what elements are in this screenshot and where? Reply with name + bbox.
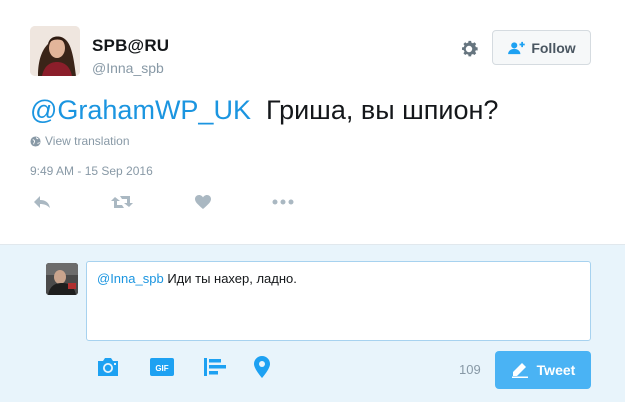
more-icon[interactable]	[272, 192, 294, 212]
author-display-name[interactable]: SPB@RU	[92, 36, 169, 56]
poll-icon[interactable]	[203, 355, 227, 379]
tweet-card: SPB@RU @Inna_spb Follow @GrahamWP_UK Гри…	[0, 0, 625, 244]
globe-icon	[30, 135, 41, 147]
reply-composer: @Inna_spb Иди ты нахер, ладно. GIF 109 T…	[0, 245, 625, 402]
character-counter: 109	[459, 362, 481, 377]
tweet-text: @GrahamWP_UK Гриша, вы шпион?	[30, 94, 498, 126]
view-translation-label: View translation	[45, 134, 130, 148]
reply-text: Иди ты нахер, ладно.	[163, 271, 297, 286]
reply-avatar	[46, 263, 78, 295]
reply-input[interactable]: @Inna_spb Иди ты нахер, ладно.	[86, 261, 591, 341]
author-screen-name[interactable]: @Inna_spb	[92, 60, 164, 76]
heart-icon[interactable]	[194, 192, 212, 212]
author-avatar[interactable]	[30, 26, 80, 76]
gear-icon[interactable]	[458, 38, 480, 60]
svg-text:GIF: GIF	[155, 364, 168, 373]
follow-label: Follow	[531, 39, 576, 56]
tweet-button[interactable]: Tweet	[495, 351, 591, 389]
tweet-button-label: Tweet	[536, 362, 576, 378]
gif-icon[interactable]: GIF	[150, 355, 174, 379]
view-translation-link[interactable]: View translation	[30, 134, 130, 148]
retweet-icon[interactable]	[110, 192, 134, 212]
tweet-actions	[30, 192, 330, 214]
follow-button[interactable]: Follow	[492, 30, 591, 65]
reply-icon[interactable]	[33, 192, 51, 212]
location-icon[interactable]	[252, 355, 272, 379]
tweet-timestamp[interactable]: 9:49 AM - 15 Sep 2016	[30, 164, 153, 178]
add-user-icon	[508, 41, 526, 54]
compose-icon	[511, 363, 528, 378]
camera-icon[interactable]	[96, 355, 120, 379]
tweet-body: Гриша, вы шпион?	[265, 95, 499, 125]
tweet-mention-link[interactable]: @GrahamWP_UK	[30, 95, 251, 125]
reply-mention[interactable]: @Inna_spb	[97, 271, 164, 286]
